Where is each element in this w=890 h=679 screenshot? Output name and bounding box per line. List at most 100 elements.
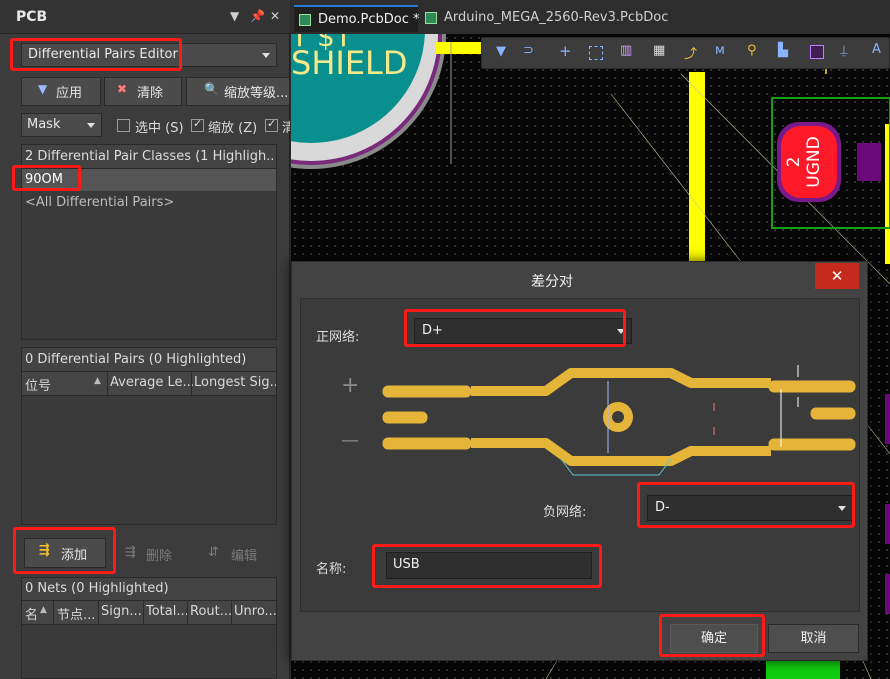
column-designator[interactable]: 位号 [25,375,100,394]
pcb-document-icon [299,14,311,26]
silk-shield-text: SHIELD [291,44,408,82]
select-checkbox[interactable] [117,119,130,132]
close-icon: ✕ [830,267,844,285]
cancel-button[interactable]: 取消 [768,624,859,653]
pad-number: 2 [784,156,804,168]
tab-arduino-mega[interactable]: Arduino_MEGA_2560-Rev3.PcbDoc [420,5,668,32]
panel-title-bar: PCB ▼ 📌 ✕ [0,0,290,34]
positive-net-label: 正网络: [316,330,360,345]
column-total[interactable]: Total... [146,604,189,619]
pad-label: UGND [804,136,824,188]
sort-up-icon: ▲ [40,605,47,615]
cross-icon[interactable]: + [559,42,572,60]
nets-header-text: 0 Nets (0 Highlighted) [25,581,169,596]
filter-icon[interactable]: ▼ [496,44,506,59]
delete-pair-icon: ⇶ [125,545,136,560]
select-rect-icon[interactable] [589,46,603,60]
chevron-down-icon [262,53,270,58]
select-checkbox-label: 选中 (S) [135,121,184,136]
annotation-box [12,165,81,191]
pairs-header-text: 0 Differential Pairs (0 Highlighted) [25,352,247,367]
column-unrouted[interactable]: Unro... [234,604,276,619]
tab-label: Demo.PcbDoc * [318,12,420,27]
zoom-checkbox[interactable] [191,117,204,132]
dialog-title-bar: 差分对 ✕ [292,262,867,296]
edit-pair-icon: ⇵ [208,545,219,560]
annotation-box [10,38,182,71]
dimension-icon[interactable]: ⍊ [840,43,848,58]
class-all-pairs: <All Differential Pairs> [25,195,175,210]
column-average-length[interactable]: Average Le... [110,375,193,390]
differential-pair-diagram [382,365,856,476]
dialog-title: 差分对 [531,274,573,290]
list-item[interactable]: <All Differential Pairs> [22,193,276,215]
tab-demo-pcbdoc[interactable]: Demo.PcbDoc * [294,5,420,32]
document-tab-bar: Demo.PcbDoc * Arduino_MEGA_2560-Rev3.Pcb… [291,0,890,34]
pin-icon[interactable]: 📌 [250,9,265,23]
yellow-trace [689,72,705,262]
pairs-header: 0 Differential Pairs (0 Highlighted) [22,348,276,372]
purple-pad [857,143,881,181]
tune-icon[interactable]: ᴍ [715,43,725,58]
zoom-label: 缩放等级... [224,86,289,101]
column-routed[interactable]: Rout... [190,604,232,619]
pad-designator: 2 UGND [784,123,832,201]
mask-value: Mask [27,117,61,132]
diagram-plus-label: + [341,373,360,398]
delete-label: 删除 [146,549,173,564]
sort-up-icon: ▲ [94,376,101,386]
align-icon[interactable]: ▥ [620,43,632,58]
clear-button[interactable]: ✖ 清除 [104,77,182,106]
close-icon[interactable]: ✕ [270,9,280,23]
tab-label: Arduino_MEGA_2560-Rev3.PcbDoc [444,10,669,25]
annotation-box [372,544,602,588]
annotation-box [13,527,116,574]
route-icon[interactable]: ⤴ [684,43,697,62]
active-bar-toolbar: ▼ ⊃ + ▥ ▦ ⤴ ᴍ ⚲ ▙ ⍊ A [481,37,890,69]
filter-icon: ▼ [38,82,48,96]
via-icon[interactable]: ⚲ [747,43,757,58]
yellow-trace [436,42,486,54]
negative-net-label: 负网络: [543,505,587,520]
clear-checkbox-label: 清 [282,121,290,136]
name-label: 名称: [316,562,347,577]
column-signal[interactable]: Sign... [101,604,143,619]
zoom-level-button[interactable]: 🔍 缩放等级... [186,77,290,106]
cancel-label: 取消 [800,631,827,646]
annotation-box [637,482,855,528]
diagram-minus-label: — [341,430,359,451]
zoom-checkbox-label: 缩放 (Z) [208,121,258,136]
apply-label: 应用 [56,86,83,101]
column-longest-signal[interactable]: Longest Sig... [194,375,276,390]
clear-checkbox[interactable] [265,117,278,132]
magnet-icon[interactable]: ⊃ [523,43,534,58]
panel-title: PCB [16,9,48,25]
edit-label: 编辑 [231,549,258,564]
magnifier-icon: 🔍 [204,82,219,96]
panel-menu-icon[interactable]: ▼ [230,9,239,23]
line-icon[interactable] [810,45,824,59]
annotation-box [404,309,626,347]
polygon-icon[interactable]: ▙ [778,43,788,58]
text-icon[interactable]: A [872,42,881,57]
delete-button[interactable]: ⇶ 删除 [122,541,192,567]
chevron-down-icon [87,123,95,128]
clear-filter-icon: ✖ [117,82,128,96]
pcb-panel: PCB ▼ 📌 ✕ Differential Pairs Editor ▼ 应用… [0,0,290,679]
component-icon[interactable]: ▦ [653,43,665,58]
mask-select[interactable]: Mask [21,113,102,137]
dialog-close-button[interactable]: ✕ [815,263,859,289]
edit-button[interactable]: ⇵ 编辑 [204,541,274,567]
pcb-document-icon [425,12,437,24]
pairs-column-header: 位号 ▲ Average Le... Longest Sig... [22,372,276,396]
nets-column-header: 名 ▲ 节点... Sign... Total... Rout... Unro.… [22,601,276,625]
nets-header: 0 Nets (0 Highlighted) [22,578,276,601]
classes-header-text: 2 Differential Pair Classes (1 Highligh.… [25,149,273,164]
clear-label: 清除 [137,86,164,101]
diff-pairs-list: 0 Differential Pairs (0 Highlighted) 位号 … [21,347,277,525]
apply-button[interactable]: ▼ 应用 [21,77,101,106]
annotation-box [659,614,765,657]
green-pad [766,660,840,679]
column-name[interactable]: 名 [25,604,41,623]
column-nodes[interactable]: 节点... [57,604,97,623]
